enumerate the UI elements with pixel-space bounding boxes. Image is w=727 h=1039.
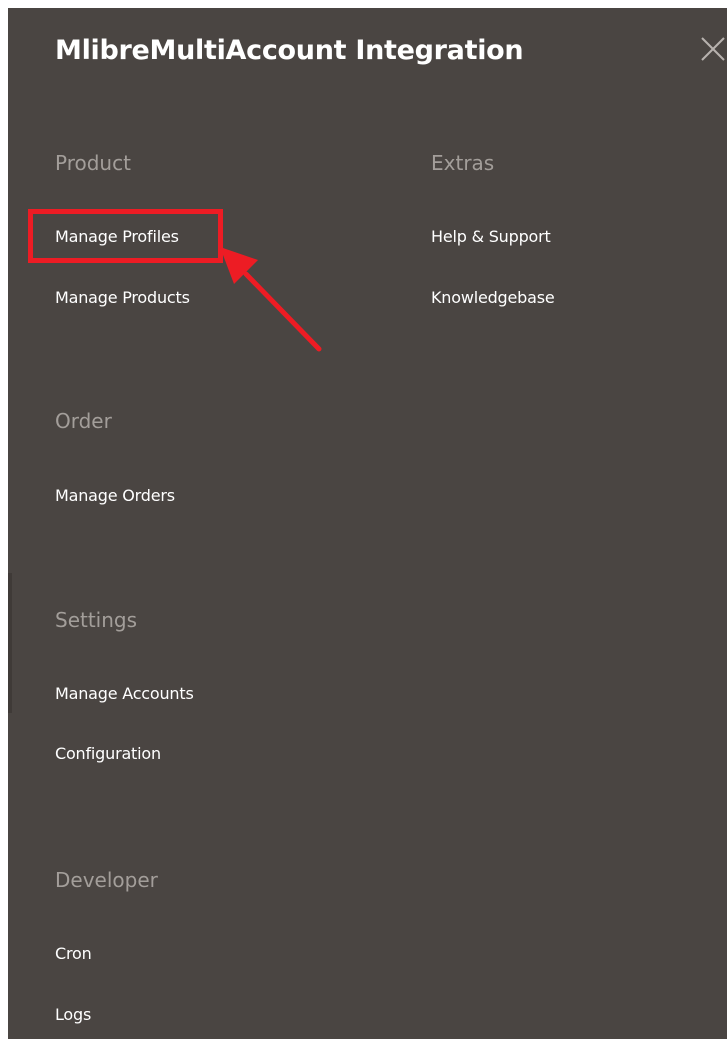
submenu-panel: MlibreMultiAccount Integration Product M… (8, 8, 727, 1039)
panel-edge-strip (8, 573, 12, 713)
menu-item-manage-products[interactable]: Manage Products (55, 288, 190, 307)
menu-item-logs[interactable]: Logs (55, 1005, 91, 1024)
menu-item-knowledgebase[interactable]: Knowledgebase (431, 288, 555, 307)
section-title-product: Product (55, 151, 131, 175)
section-title-extras: Extras (431, 151, 495, 175)
highlight-box (28, 209, 223, 263)
menu-item-manage-accounts[interactable]: Manage Accounts (55, 684, 194, 703)
section-title-developer: Developer (55, 868, 158, 892)
close-button[interactable] (698, 34, 727, 64)
section-title-order: Order (55, 409, 112, 433)
menu-item-manage-orders[interactable]: Manage Orders (55, 486, 175, 505)
menu-item-cron[interactable]: Cron (55, 944, 92, 963)
menu-item-help-support[interactable]: Help & Support (431, 227, 551, 246)
page-title: MlibreMultiAccount Integration (55, 35, 524, 66)
close-icon (701, 37, 725, 61)
menu-item-configuration[interactable]: Configuration (55, 744, 161, 763)
section-title-settings: Settings (55, 608, 138, 632)
